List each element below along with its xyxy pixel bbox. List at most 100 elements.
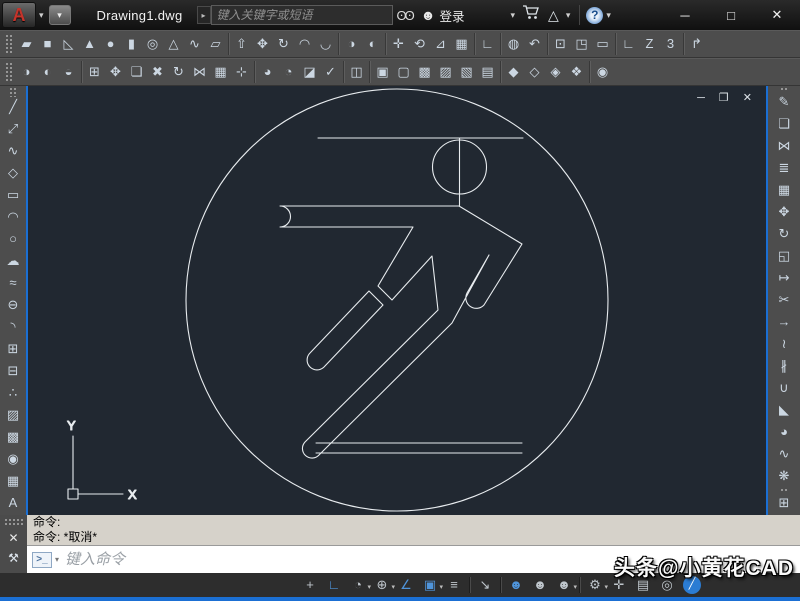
join-icon[interactable]: ∪ <box>774 378 795 400</box>
3d-move-op-icon[interactable]: ✥ <box>105 62 126 83</box>
solid-union-icon[interactable]: ◑ <box>16 62 37 83</box>
app-menu-caret-icon[interactable]: ▾ <box>39 10 44 21</box>
workspace-switching-icon[interactable]: ⚙▾ <box>583 575 607 596</box>
search-binoculars-icon[interactable]: ʘʘ <box>397 8 413 23</box>
drawing-restore-button[interactable]: ❐ <box>719 92 729 104</box>
pyramid-icon[interactable]: △ <box>163 34 184 55</box>
command-customize-wrench-icon[interactable]: ⚒ <box>8 551 19 565</box>
render-low-icon[interactable]: ◆ <box>503 62 524 83</box>
ucs-origin-icon[interactable]: ∟ <box>618 34 639 55</box>
close-button[interactable]: ✕ <box>754 1 800 29</box>
3d-rotate-icon[interactable]: ↻ <box>273 34 294 55</box>
construction-line-icon[interactable]: ⤢ <box>3 119 24 141</box>
ucs-rotate-x-icon[interactable]: ↱ <box>686 34 707 55</box>
mtext-icon[interactable]: A <box>3 493 24 515</box>
command-prompt-caret-icon[interactable]: ▾ <box>55 555 59 564</box>
hatch-icon[interactable]: ▨ <box>3 405 24 427</box>
move-icon[interactable]: ✥ <box>774 202 795 224</box>
help-search-input[interactable] <box>211 5 393 25</box>
signin-caret-icon[interactable]: ▾ <box>511 10 516 21</box>
polygon-icon[interactable]: ◇ <box>3 163 24 185</box>
ellipse-arc-icon[interactable]: ◝ <box>3 317 24 339</box>
toolbar-grip[interactable] <box>5 62 13 82</box>
app-store-cart-icon[interactable] <box>518 5 544 25</box>
polyline-icon[interactable]: ∿ <box>3 141 24 163</box>
a360-caret-icon[interactable]: ▾ <box>566 10 571 21</box>
render-medium-icon[interactable]: ◇ <box>524 62 545 83</box>
offset-icon[interactable]: ≣ <box>774 158 795 180</box>
make-block-icon[interactable]: ⊟ <box>3 361 24 383</box>
scale-icon[interactable]: ◱ <box>774 246 795 268</box>
circle-icon[interactable]: ○ <box>3 229 24 251</box>
solid-subtract-icon[interactable]: ◐ <box>37 62 58 83</box>
toolbar-grip[interactable] <box>5 34 13 54</box>
ortho-mode-icon[interactable]: ∟ <box>322 575 346 596</box>
torus-icon[interactable]: ◎ <box>142 34 163 55</box>
fillet-icon[interactable]: ◕ <box>774 422 795 444</box>
extend-icon[interactable]: → <box>774 312 795 334</box>
stretch-icon[interactable]: ↦ <box>774 268 795 290</box>
help-button[interactable]: ? <box>586 7 603 24</box>
command-close-icon[interactable]: ✕ <box>8 531 18 545</box>
chamfer-edge-icon[interactable]: ◔ <box>278 62 299 83</box>
render-camera-icon[interactable]: ◉ <box>592 62 613 83</box>
3d-align-icon[interactable]: ⊹ <box>231 62 252 83</box>
ucs-face-icon[interactable]: ◳ <box>571 34 592 55</box>
slice-icon[interactable]: ◪ <box>299 62 320 83</box>
ellipse-icon[interactable]: ⊖ <box>3 295 24 317</box>
spline-icon[interactable]: ≈ <box>3 273 24 295</box>
erase-icon[interactable]: ✎ <box>774 92 795 114</box>
sweep-icon[interactable]: ◠ <box>294 34 315 55</box>
command-window-grip[interactable] <box>4 518 24 526</box>
visual-wireframe-icon[interactable]: ▢ <box>393 62 414 83</box>
point-icon[interactable]: ∴ <box>3 383 24 405</box>
solid-intersect-icon[interactable]: ◒ <box>58 62 79 83</box>
ucs-3point-icon[interactable]: 3 <box>660 34 681 55</box>
signin-label[interactable]: 登录 <box>439 6 464 25</box>
minimize-button[interactable]: ─ <box>662 1 708 29</box>
ucs-world-icon[interactable]: ◍ <box>503 34 524 55</box>
3d-mirror-icon[interactable]: ⋈ <box>189 62 210 83</box>
osnap-tracking-icon[interactable]: ⊕▾ <box>370 575 394 596</box>
3d-move-icon[interactable]: ✥ <box>252 34 273 55</box>
section-plane-icon[interactable]: ◫ <box>346 62 367 83</box>
render-presets-icon[interactable]: ❖ <box>566 62 587 83</box>
drawing-minimize-button[interactable]: ─ <box>697 92 705 104</box>
ucs-previous-icon[interactable]: ↶ <box>524 34 545 55</box>
cone-icon[interactable]: ▲ <box>79 34 100 55</box>
ucs-view-icon[interactable]: ▭ <box>592 34 613 55</box>
extract-edges-icon[interactable]: ⊿ <box>430 34 451 55</box>
break-icon[interactable]: ∦ <box>774 356 795 378</box>
command-history[interactable]: 命令:命令: *取消* <box>27 515 800 545</box>
ucs-object-icon[interactable]: ⊡ <box>550 34 571 55</box>
union-icon[interactable]: ◑ <box>341 34 362 55</box>
command-prompt-icon[interactable]: >_ <box>32 552 52 568</box>
polysolid-icon[interactable]: ▰ <box>16 34 37 55</box>
line-icon[interactable]: ╱ <box>3 97 24 119</box>
lineweight-icon[interactable]: ≡ <box>442 575 466 596</box>
array-icon[interactable]: ▦ <box>774 180 795 202</box>
visual-2d-wireframe-icon[interactable]: ▣ <box>372 62 393 83</box>
a360-icon[interactable]: △ <box>548 7 559 24</box>
help-caret-icon[interactable]: ▾ <box>606 10 611 21</box>
3d-delete-icon[interactable]: ✖ <box>147 62 168 83</box>
autoscale-icon[interactable]: ☻ <box>528 575 552 596</box>
visual-conceptual-icon[interactable]: ▧ <box>456 62 477 83</box>
revision-cloud-icon[interactable]: ☁ <box>3 251 24 273</box>
dropdown-caret-icon[interactable]: ▾ <box>573 578 577 598</box>
3d-rotate-op-icon[interactable]: ↻ <box>168 62 189 83</box>
loft-icon[interactable]: ◡ <box>315 34 336 55</box>
visual-realistic-icon[interactable]: ▨ <box>435 62 456 83</box>
fillet-edge-icon[interactable]: ◕ <box>257 62 278 83</box>
dynamic-input-icon[interactable]: + <box>298 575 322 596</box>
ucs-icon[interactable]: ∟ <box>477 34 498 55</box>
blend-curves-icon[interactable]: ∿ <box>774 444 795 466</box>
helix-icon[interactable]: ∿ <box>184 34 205 55</box>
maximize-button[interactable]: □ <box>708 1 754 29</box>
cylinder-icon[interactable]: ▮ <box>121 34 142 55</box>
drawing-close-button[interactable]: ✕ <box>743 92 752 104</box>
isodraft-icon[interactable]: ∠ <box>394 575 418 596</box>
trim-icon[interactable]: ✂ <box>774 290 795 312</box>
explode-icon[interactable]: ❋ <box>774 466 795 488</box>
rotate-icon[interactable]: ↻ <box>774 224 795 246</box>
